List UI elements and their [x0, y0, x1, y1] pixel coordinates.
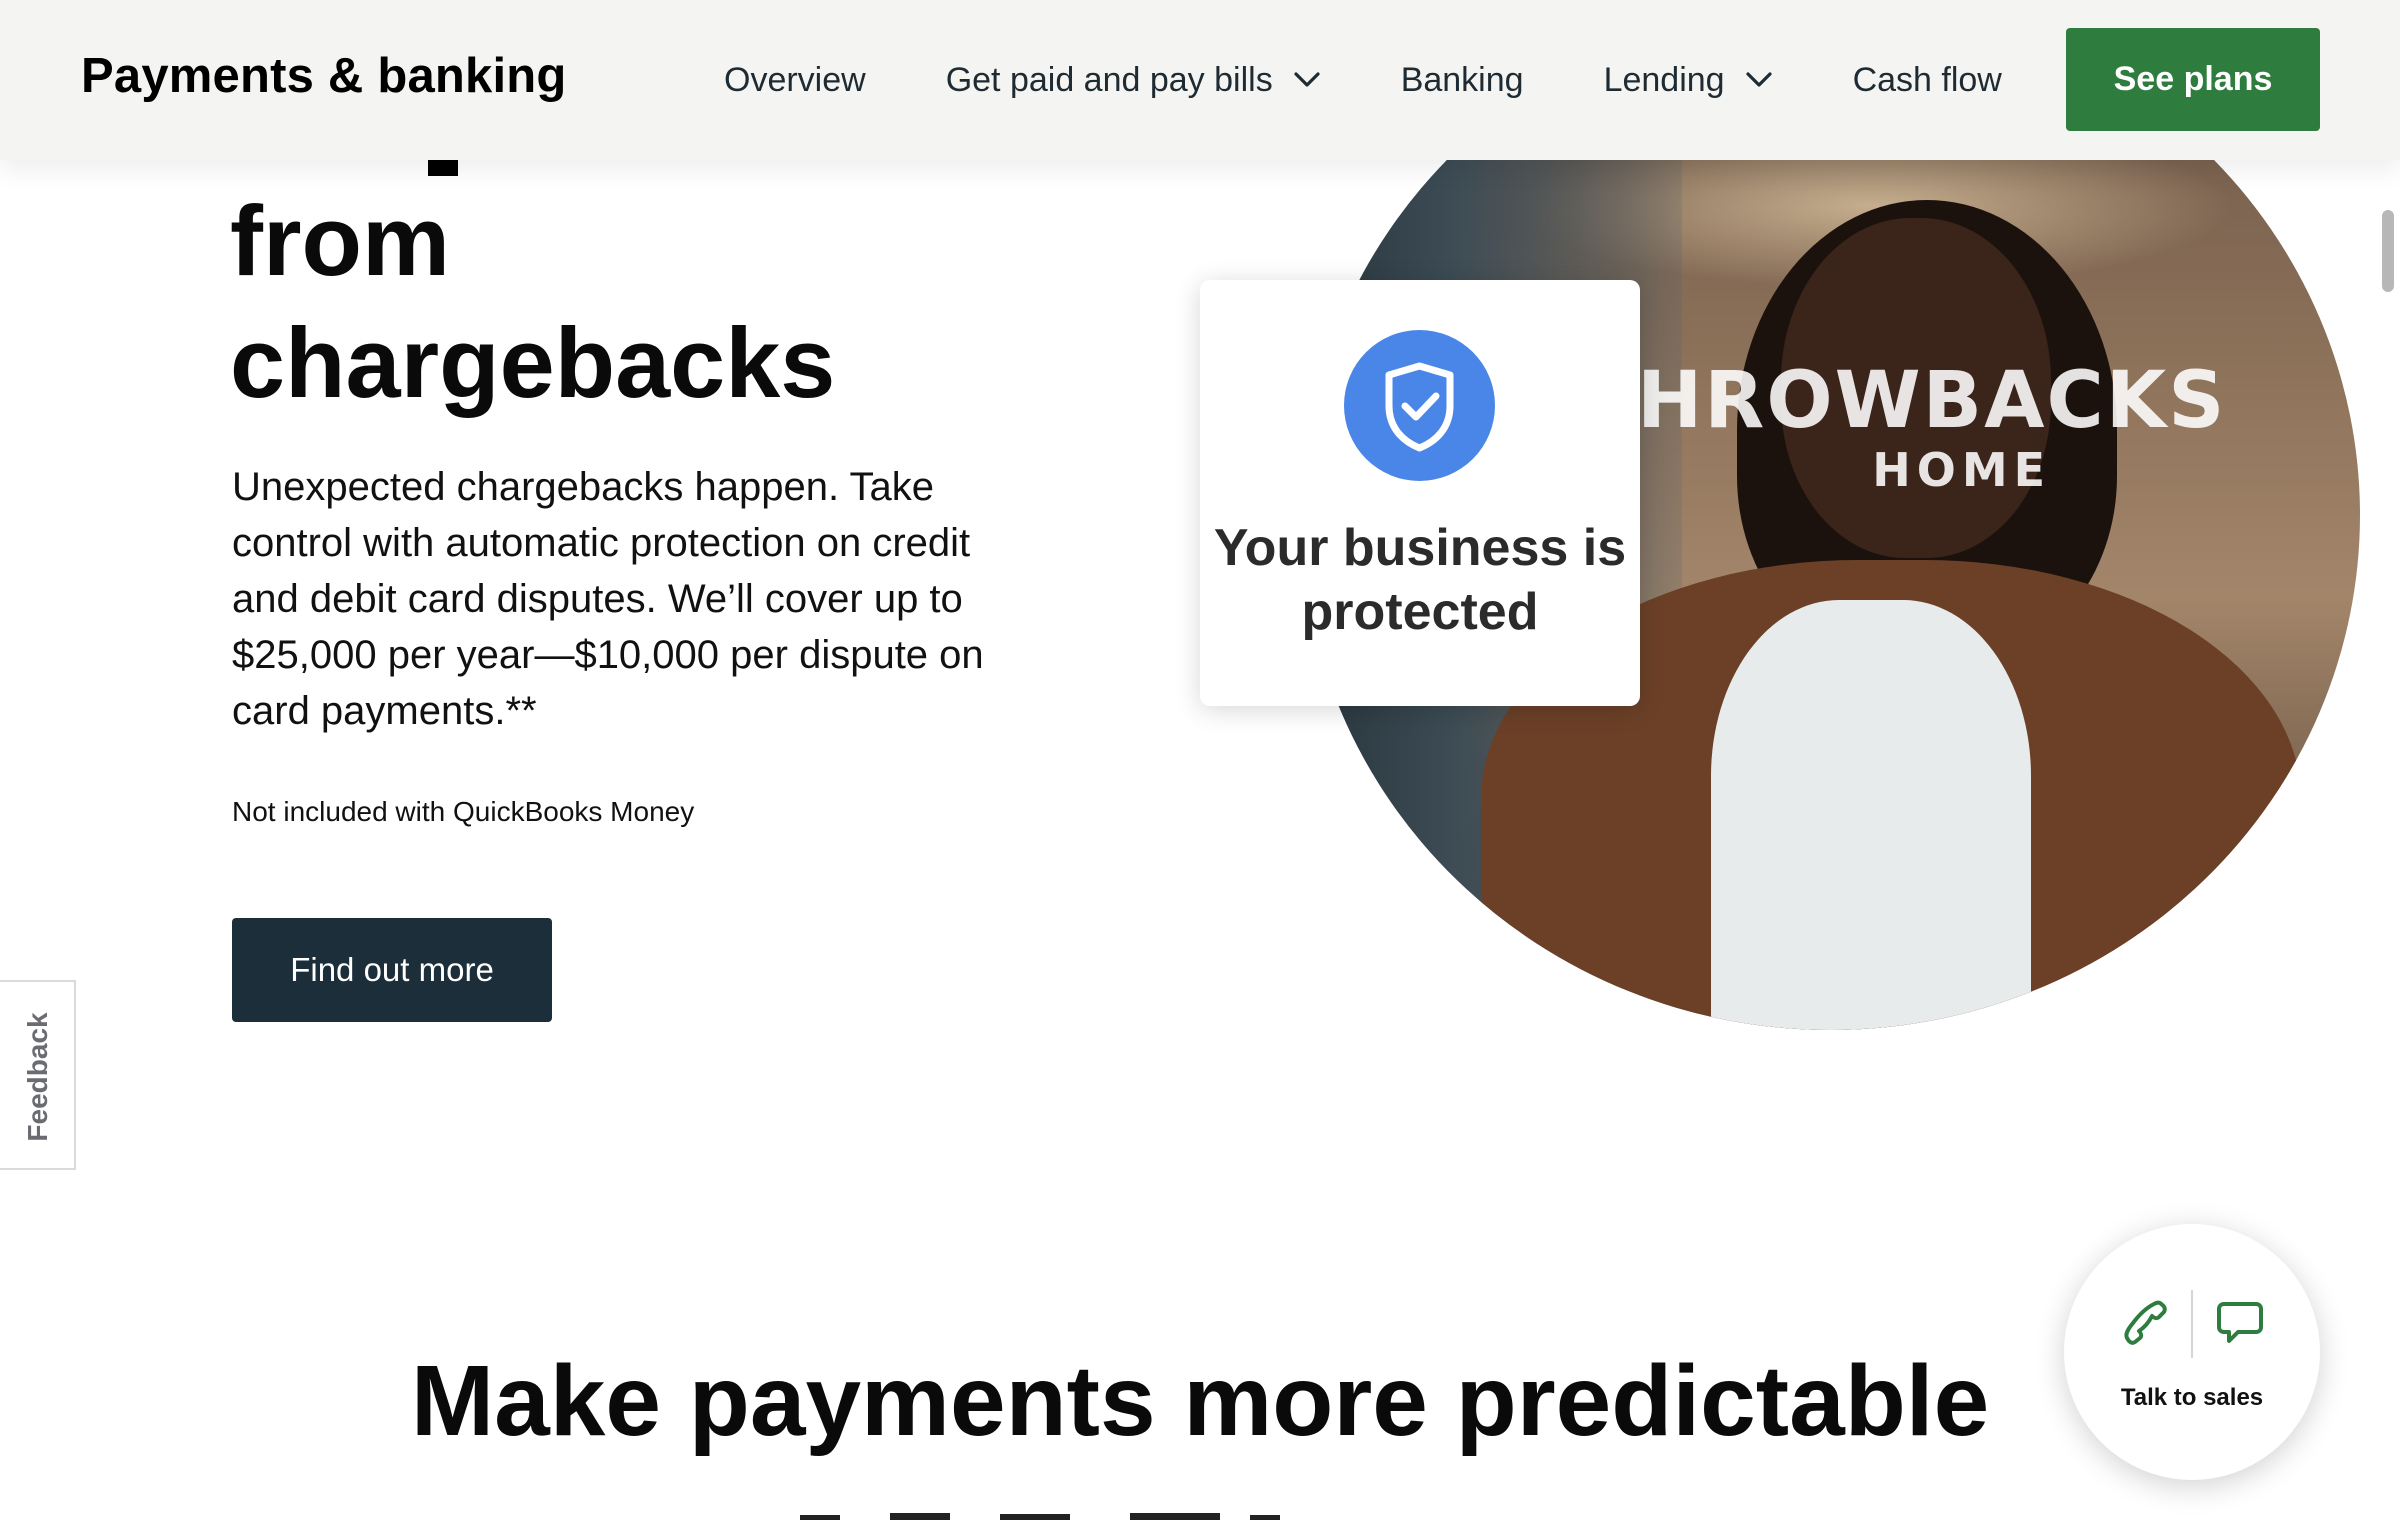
hero-description: Unexpected chargebacks happen. Take cont…	[232, 465, 984, 733]
hero-title-line: chargebacks	[230, 307, 836, 418]
nav-label: Banking	[1400, 60, 1524, 99]
brand-title[interactable]: Payments & banking	[81, 48, 567, 104]
feedback-label: Feedback	[22, 1012, 53, 1142]
top-navigation: Payments & banking Overview Get paid and…	[0, 0, 2400, 160]
nav-label: Cash flow	[1852, 60, 2002, 99]
shield-check-icon	[1344, 330, 1495, 481]
nav-overview[interactable]: Overview	[724, 61, 866, 100]
nav-links: Overview Get paid and pay bills Banking …	[724, 58, 2002, 102]
store-sign-line: HOME	[1872, 443, 2052, 497]
nav-label: Lending	[1603, 60, 1725, 99]
phone-icon[interactable]	[2120, 1296, 2172, 1348]
nav-cash-flow[interactable]: Cash flow	[1853, 61, 2002, 100]
scrollbar-thumb[interactable]	[2382, 210, 2394, 292]
chevron-down-icon	[1745, 72, 1772, 87]
store-sign-line: HROWBACKS	[1637, 356, 2227, 446]
see-plans-button[interactable]: See plans	[2066, 28, 2320, 131]
hero-footnote: Not included with QuickBooks Money	[232, 796, 695, 827]
photo-person-shirt	[1711, 600, 2031, 1030]
chevron-down-icon	[1294, 72, 1320, 87]
section-title: Make payments more predictable	[410, 1345, 1990, 1457]
talk-to-sales-label: Talk to sales	[2120, 1384, 2264, 1411]
protection-card: Your business is protected	[1200, 280, 1640, 706]
nav-label: Overview	[724, 60, 866, 99]
hero-title: from chargebacks	[230, 180, 835, 424]
protection-card-text: Your business is protected	[1213, 519, 1627, 641]
feedback-tab[interactable]: Feedback	[0, 980, 76, 1170]
nav-label: Get paid and pay bills	[945, 60, 1273, 99]
nav-banking[interactable]: Banking	[1401, 61, 1524, 100]
find-out-more-button[interactable]: Find out more	[232, 918, 552, 1022]
widget-divider	[2191, 1290, 2193, 1358]
talk-to-sales-widget[interactable]: Talk to sales	[2064, 1224, 2320, 1480]
nav-get-paid-and-pay-bills[interactable]: Get paid and pay bills	[946, 61, 1321, 100]
hero-title-line: from	[230, 185, 450, 296]
store-window-sign: HROWBACKS HOME	[1637, 360, 2226, 498]
nav-lending[interactable]: Lending	[1604, 61, 1773, 100]
clipped-subtitle-fragment	[800, 1513, 1280, 1520]
chat-icon[interactable]	[2216, 1298, 2264, 1346]
